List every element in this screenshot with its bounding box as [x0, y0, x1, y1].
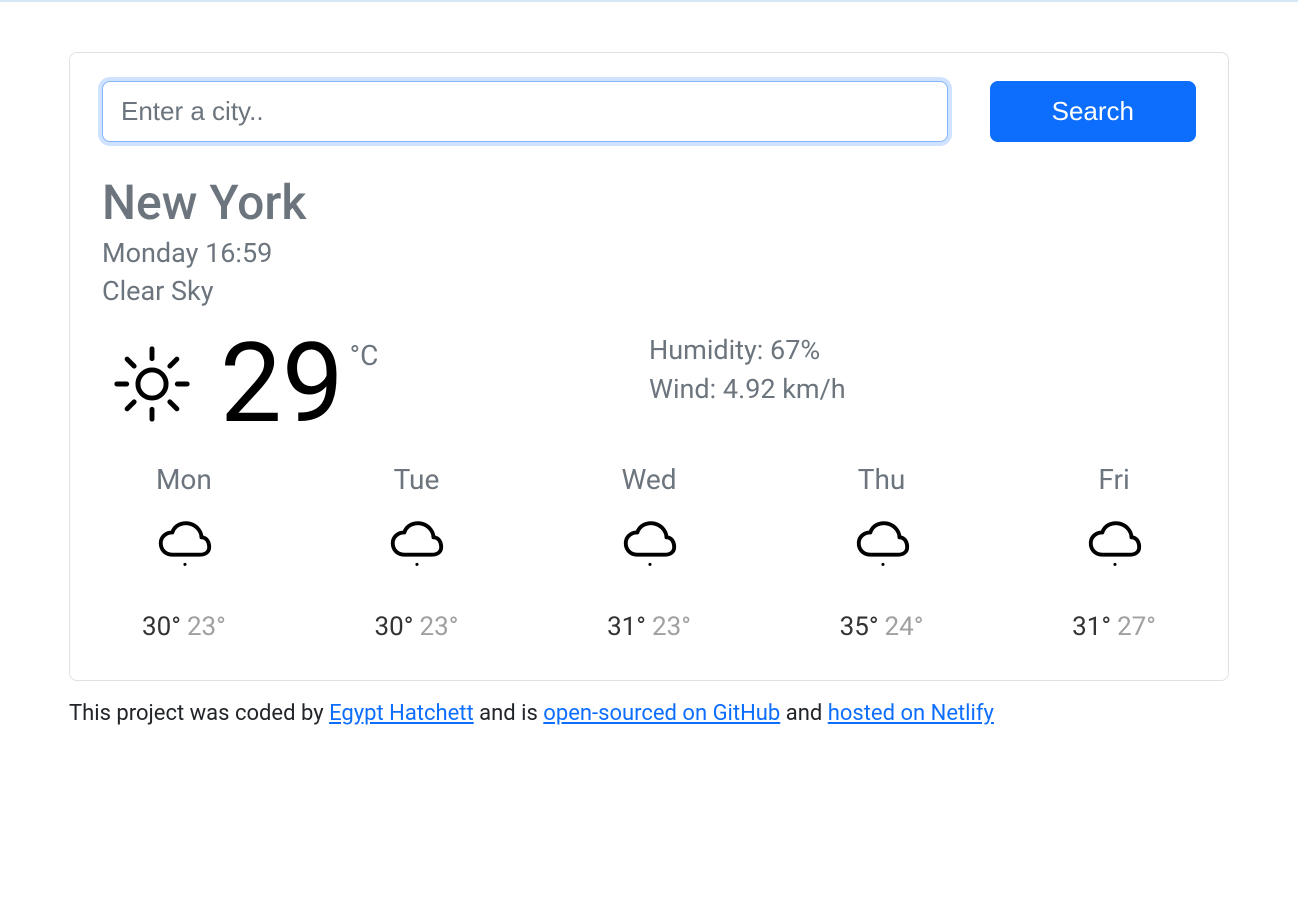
forecast-day-label: Mon: [156, 463, 212, 496]
forecast-row: Mon 30°23° Tue: [102, 463, 1196, 642]
city-search-input[interactable]: [102, 81, 948, 142]
search-form: Search: [102, 81, 1196, 142]
forecast-day: Wed 31°23°: [607, 463, 691, 642]
forecast-day-label: Wed: [621, 463, 676, 496]
temperature-unit: °C: [350, 339, 379, 372]
forecast-temps: 31°23°: [607, 612, 691, 642]
wind-stat: Wind: 4.92 km/h: [649, 370, 1196, 409]
rain-cloud-icon: [153, 514, 215, 576]
forecast-day-label: Tue: [394, 463, 440, 496]
forecast-day-label: Thu: [858, 463, 906, 496]
forecast-temps: 35°24°: [840, 612, 924, 642]
date-time: Monday 16:59: [102, 235, 1196, 273]
rain-cloud-icon: [1083, 514, 1145, 576]
forecast-day: Fri 31°27°: [1072, 463, 1156, 642]
forecast-temps: 31°27°: [1072, 612, 1156, 642]
footer-credits: This project was coded by Egypt Hatchett…: [69, 701, 1229, 726]
rain-cloud-icon: [385, 514, 447, 576]
city-name: New York: [102, 174, 1196, 231]
weather-overview: New York Monday 16:59 Clear Sky: [102, 174, 1196, 311]
weather-card: Search New York Monday 16:59 Clear Sky: [69, 52, 1229, 681]
current-weather: 29 °C Humidity: 67% Wind: 4.92 km/h: [102, 329, 1196, 439]
rain-cloud-icon: [618, 514, 680, 576]
forecast-day: Thu 35°24°: [840, 463, 924, 642]
netlify-link[interactable]: hosted on Netlify: [828, 701, 994, 726]
author-link[interactable]: Egypt Hatchett: [329, 701, 474, 726]
current-temperature: 29: [220, 329, 344, 439]
sun-icon: [102, 334, 202, 434]
weather-description: Clear Sky: [102, 273, 1196, 311]
rain-cloud-icon: [851, 514, 913, 576]
forecast-temps: 30°23°: [375, 612, 459, 642]
forecast-temps: 30°23°: [142, 612, 226, 642]
github-link[interactable]: open-sourced on GitHub: [543, 701, 780, 726]
forecast-day-label: Fri: [1098, 463, 1129, 496]
forecast-day: Mon 30°23°: [142, 463, 226, 642]
humidity-stat: Humidity: 67%: [649, 331, 1196, 370]
forecast-day: Tue 30°23°: [375, 463, 459, 642]
search-button[interactable]: Search: [990, 81, 1196, 142]
